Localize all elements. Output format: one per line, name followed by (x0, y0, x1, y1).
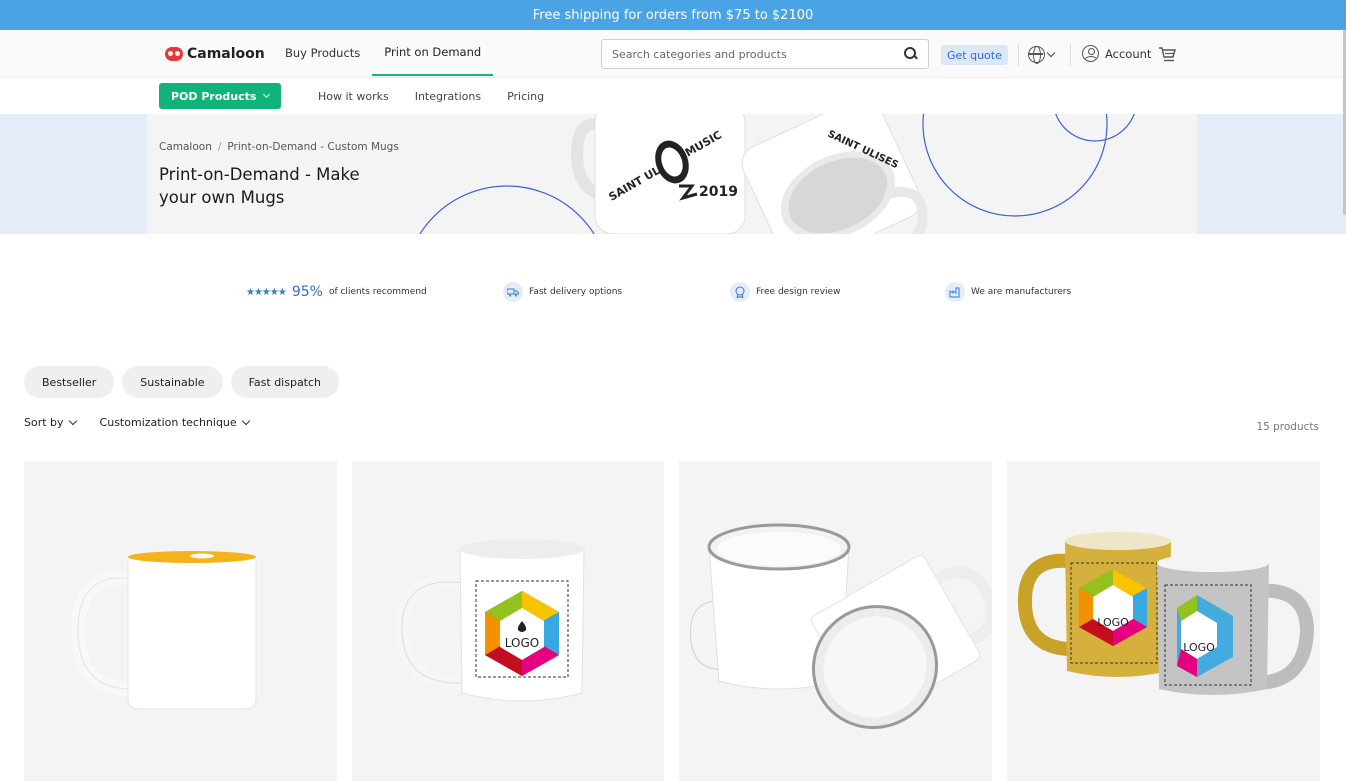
truck-icon (503, 282, 523, 302)
header-divider (1070, 44, 1071, 66)
product-image-white-mug (70, 551, 257, 710)
search-icon[interactable] (904, 47, 918, 61)
header-divider (1018, 44, 1019, 66)
technique-label: Customization technique (99, 416, 237, 429)
subnav-integrations[interactable]: Integrations (402, 78, 494, 114)
camaloon-logo[interactable]: Camaloon (165, 46, 265, 62)
manufacturers-feature: We are manufacturers (945, 282, 1071, 302)
chevron-down-icon (262, 90, 271, 99)
chevron-down-icon (241, 416, 250, 426)
hero-mugs-image: SAINT ULISES MUSIC 2019 SAINT ULISES (419, 114, 1135, 234)
delivery-text: Fast delivery options (529, 287, 623, 297)
pod-products-button[interactable]: POD Products (159, 83, 281, 109)
product-card[interactable] (679, 461, 992, 781)
product-grid: LOGO LOGO LOGO (24, 461, 1320, 781)
search-box (601, 39, 929, 69)
product-image-glitter-mugs: LOGO LOGO (1017, 532, 1315, 695)
product-count: 15 products (1256, 421, 1319, 433)
user-icon (1082, 45, 1099, 62)
sub-nav: POD Products How it works Integrations P… (0, 78, 1346, 114)
cart-icon[interactable] (1158, 46, 1176, 62)
chip-bestseller[interactable]: Bestseller (24, 366, 115, 398)
rating-feature: ★★★★★ 95% of clients recommend (246, 284, 427, 300)
search-input[interactable] (612, 47, 904, 61)
delivery-feature: Fast delivery options (503, 282, 622, 302)
svg-text:LOGO: LOGO (505, 636, 539, 650)
account-link[interactable]: Account (1082, 45, 1151, 62)
nav-print-on-demand[interactable]: Print on Demand (372, 30, 494, 76)
main-nav: Buy Products Print on Demand (273, 30, 494, 78)
sort-by-dropdown[interactable]: Sort by (24, 416, 77, 429)
site-header: Camaloon Buy Products Print on Demand Ge… (0, 30, 1346, 78)
rating-percent: 95% (291, 284, 323, 300)
shipping-banner-text: Free shipping for orders from $75 to $21… (532, 7, 814, 23)
subnav-pricing[interactable]: Pricing (494, 78, 557, 114)
product-image-logo-mug: LOGO (394, 539, 585, 702)
product-card[interactable]: LOGO (352, 461, 664, 781)
svg-text:LOGO: LOGO (1183, 641, 1215, 654)
product-image-enamel-mugs (683, 523, 992, 730)
product-card[interactable] (24, 461, 337, 781)
shipping-banner: Free shipping for orders from $75 to $21… (0, 0, 1346, 30)
manufacturers-text: We are manufacturers (971, 287, 1072, 297)
sort-by-label: Sort by (24, 416, 64, 429)
logo-text: Camaloon (187, 46, 265, 62)
filter-chips: Bestseller Sustainable Fast dispatch (24, 366, 340, 398)
account-label: Account (1105, 46, 1152, 61)
technique-dropdown[interactable]: Customization technique (99, 416, 250, 429)
nav-buy-products[interactable]: Buy Products (273, 30, 372, 76)
trust-features: ★★★★★ 95% of clients recommend Fast deli… (0, 282, 1346, 306)
design-review-feature: Free design review (730, 282, 840, 302)
pod-products-label: POD Products (171, 89, 257, 103)
chevron-down-icon (68, 416, 77, 426)
language-selector[interactable] (1028, 46, 1056, 64)
globe-icon (1028, 46, 1045, 64)
breadcrumb-home[interactable]: Camaloon (159, 141, 212, 153)
camaloon-logo-icon (165, 47, 183, 61)
page-title: Print-on-Demand - Make your own Mugs (159, 165, 360, 207)
svg-text:2019: 2019 (699, 184, 738, 200)
chip-fast-dispatch[interactable]: Fast dispatch (230, 366, 340, 398)
rating-text: of clients recommend (328, 287, 427, 297)
chevron-down-icon (1046, 48, 1056, 58)
factory-icon (945, 282, 965, 302)
chip-sustainable[interactable]: Sustainable (122, 366, 223, 398)
product-card[interactable]: LOGO LOGO (1007, 461, 1320, 781)
get-quote-button[interactable]: Get quote (941, 45, 1008, 65)
star-rating-icon: ★★★★★ (246, 286, 287, 298)
sort-bar: Sort by Customization technique (24, 416, 250, 429)
subnav-how-it-works[interactable]: How it works (305, 78, 402, 114)
badge-icon (730, 282, 750, 302)
svg-text:LOGO: LOGO (1097, 616, 1129, 629)
breadcrumb-current: Print-on-Demand - Custom Mugs (227, 141, 399, 153)
design-review-text: Free design review (756, 287, 841, 297)
hero-banner: Camaloon / Print-on-Demand - Custom Mugs… (0, 114, 1346, 234)
breadcrumb: Camaloon / Print-on-Demand - Custom Mugs (159, 141, 399, 153)
